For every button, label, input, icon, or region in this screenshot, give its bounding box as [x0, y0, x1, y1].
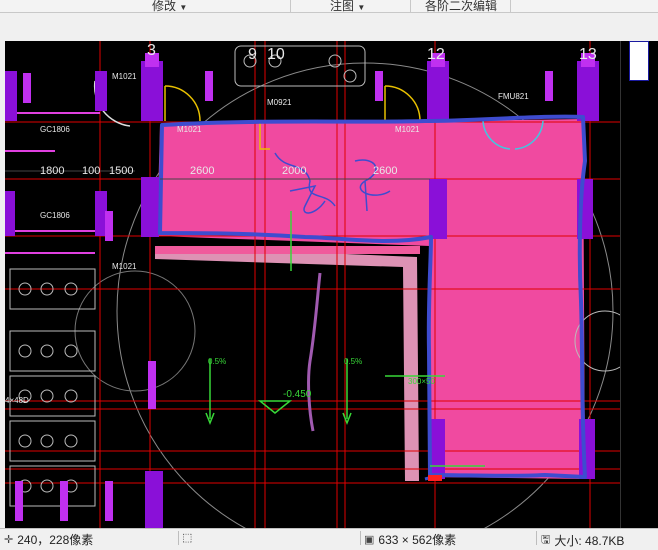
status-separator	[360, 531, 361, 545]
door-tag: M0921	[267, 98, 292, 107]
dimension-text: 1500	[109, 165, 133, 177]
crosshair-icon: ✛	[4, 534, 14, 546]
dimension-text: 2000	[282, 165, 306, 177]
status-bar: ✛ 240，228像素 ⬚ ▣ 633 × 562像素 🖫 大小: 48.7KB	[0, 528, 658, 548]
room-band	[155, 246, 420, 254]
status-separator	[178, 531, 179, 545]
marker	[428, 475, 442, 481]
menu-separator	[410, 0, 411, 12]
menu-secondary-edit[interactable]: 各阶二次编辑	[425, 0, 497, 14]
cad-drawing: 3 9 10 12 13 1800 100 1500 2600 2000 260…	[5, 41, 620, 528]
axis-label: 9	[248, 46, 257, 63]
image-icon: ▣	[364, 534, 375, 546]
cabinet-tag: GC1806	[40, 125, 70, 134]
menu-bar: 修改 ▼ 注图 ▼ 各阶二次编辑	[0, 0, 658, 13]
chevron-down-icon: ▼	[357, 3, 366, 12]
toolbar-gap	[0, 13, 658, 41]
door-tag: FMU821	[498, 92, 529, 101]
menu-separator	[510, 0, 511, 12]
image-size: ▣ 633 × 562像素	[364, 533, 457, 547]
door-tag: M1021	[112, 72, 137, 81]
dimension-text: 2600	[190, 165, 214, 177]
door-tag: M1021	[112, 262, 137, 271]
chevron-down-icon: ▼	[179, 3, 188, 12]
panel-box	[629, 41, 649, 81]
cad-canvas[interactable]: 3 9 10 12 13 1800 100 1500 2600 2000 260…	[5, 41, 620, 528]
file-size: 🖫 大小: 48.7KB	[541, 531, 624, 550]
dimension-text: 1800	[40, 165, 64, 177]
selection-size: ⬚	[182, 531, 192, 544]
disk-icon: 🖫	[541, 534, 551, 546]
cabinet-tag: GC1806	[40, 211, 70, 220]
right-panel	[620, 41, 658, 528]
slope-label: 0.5%	[208, 357, 226, 366]
axis-label: 12	[427, 46, 445, 63]
menu-annotate[interactable]: 注图 ▼	[330, 0, 365, 14]
status-separator	[536, 531, 537, 545]
selection-icon: ⬚	[182, 532, 193, 544]
dimension-text: 100	[82, 165, 100, 177]
dimension-text: 2600	[373, 165, 397, 177]
menu-modify[interactable]: 修改 ▼	[152, 0, 187, 14]
axis-label: 3	[147, 42, 156, 59]
axis-label: 13	[579, 46, 597, 63]
menu-separator	[290, 0, 291, 12]
cursor-position: ✛ 240，228像素	[4, 533, 94, 547]
door-tag: M1021	[177, 125, 202, 134]
elevation-label: -0.450	[283, 389, 312, 400]
door-tag: M1021	[395, 125, 420, 134]
misc-label: 4×48D	[5, 396, 29, 405]
axis-label: 10	[267, 46, 285, 63]
misc-label: 300×50	[408, 377, 435, 386]
slope-label: 0.5%	[344, 357, 362, 366]
